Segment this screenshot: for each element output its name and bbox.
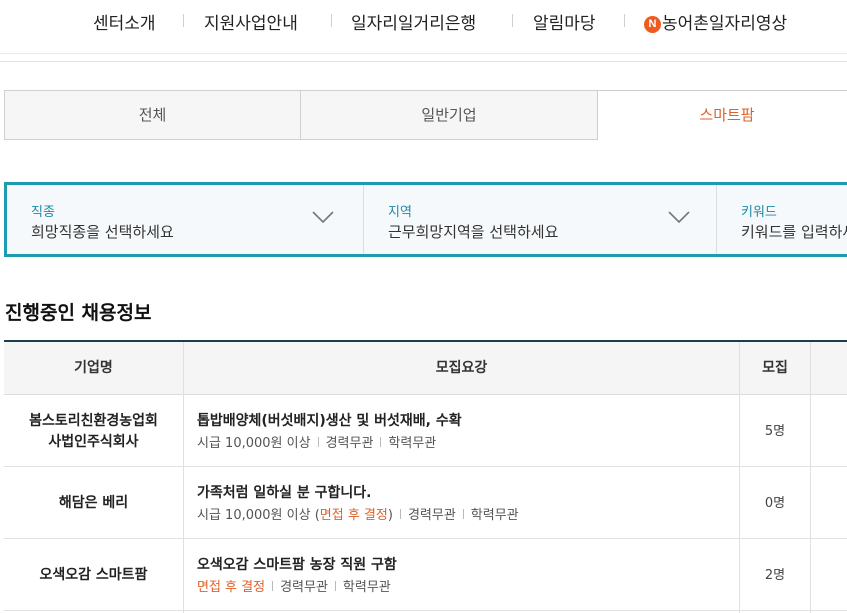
table-row[interactable]: 해담은 베리 가족처럼 일하실 분 구합니다. 시급 10,000원 이상 (면… (4, 468, 847, 539)
hire-count: 2명 (764, 568, 786, 583)
job-type-label: 직종 (31, 205, 55, 220)
company-name: 오색오감 스마트팜 (39, 567, 148, 583)
nav-rural-job-video-label: 농어촌일자리영상 (662, 14, 788, 34)
nav-support-programs[interactable]: 지원사업안내 (204, 9, 298, 34)
header-company: 기업명 (74, 360, 113, 376)
education: 학력무관 (342, 580, 391, 595)
nav-rural-job-video[interactable]: N 농어촌일자리영상 (644, 9, 787, 34)
education: 학력무관 (470, 508, 519, 523)
job-type-select[interactable]: 직종 희망직종을 선택하세요 (7, 185, 363, 254)
tab-all[interactable]: 전체 (4, 90, 301, 140)
nav-notice-board[interactable]: 알림마당 (533, 9, 596, 34)
interview-note: 면접 후 결정 (319, 508, 388, 523)
nav-separator (512, 14, 513, 27)
company-name-line: 봄스토리친환경농업회 (29, 412, 158, 429)
career: 경력무관 (280, 580, 328, 595)
career: 경력무관 (325, 436, 374, 451)
meta-separator (317, 437, 319, 447)
company-name-line: 사법인주식회사 (48, 433, 139, 450)
header-count: 모집 (762, 360, 788, 376)
education: 학력무관 (388, 436, 437, 451)
tab-smart-farm[interactable]: 스마트팜 (597, 90, 847, 140)
top-navigation: 센터소개 지원사업안내 일자리일거리은행 알림마당 N 농어촌일자리영상 (0, 0, 847, 50)
region-select[interactable]: 지역 근무희망지역을 선택하세요 (364, 185, 716, 254)
meta-separator (462, 509, 464, 519)
nav-separator (624, 14, 625, 27)
category-tabs: 전체 일반기업 스마트팜 (4, 90, 847, 140)
hire-count: 0명 (764, 496, 786, 511)
column-divider (810, 342, 811, 613)
section-title: 진행중인 채용정보 (5, 302, 152, 324)
region-label: 지역 (388, 205, 412, 220)
table-row[interactable]: 봄스토리친환경농업회사법인주식회사 톱밥배양체(버섯배지)생산 및 버섯재배, … (4, 396, 847, 467)
nav-separator (331, 14, 332, 27)
nav-separator (183, 14, 184, 27)
keyword-input[interactable]: 키워드 키워드를 입력하세요 (717, 185, 847, 254)
new-badge-icon: N (644, 16, 661, 33)
job-meta: 시급 10,000원 이상 경력무관 학력무관 (197, 432, 436, 451)
table-header: 기업명 모집요강 모집 (4, 342, 847, 395)
region-value: 근무희망지역을 선택하세요 (388, 223, 559, 241)
job-meta: 시급 10,000원 이상 (면접 후 결정) 경력무관 학력무관 (197, 508, 519, 523)
meta-separator (380, 437, 382, 447)
tab-general-company[interactable]: 일반기업 (300, 90, 598, 140)
interview-note: 면접 후 결정 (197, 580, 266, 595)
header-requirements: 모집요강 (435, 360, 488, 376)
column-divider (183, 342, 184, 613)
hire-count: 5명 (764, 424, 786, 439)
company-name: 해담은 베리 (58, 495, 129, 511)
job-table: 기업명 모집요강 모집 봄스토리친환경농업회사법인주식회사 톱밥배양체(버섯배지… (4, 340, 847, 613)
nav-divider (0, 61, 847, 62)
wage: 시급 10,000원 이상 (197, 436, 311, 451)
keyword-placeholder: 키워드를 입력하세요 (741, 223, 847, 241)
meta-separator (399, 509, 401, 519)
job-title-link[interactable]: 오색오감 스마트팜 농장 직원 구함 (197, 554, 397, 574)
job-type-value: 희망직종을 선택하세요 (31, 223, 174, 241)
keyword-label: 키워드 (741, 205, 777, 220)
nav-job-bank[interactable]: 일자리일거리은행 (351, 9, 476, 34)
tab-underline (4, 139, 598, 140)
column-divider (739, 342, 740, 613)
search-filter: 직종 희망직종을 선택하세요 지역 근무희망지역을 선택하세요 키워드 키워드를… (4, 182, 847, 257)
chevron-down-icon (312, 211, 334, 224)
meta-separator (272, 581, 274, 591)
nav-divider (0, 53, 847, 54)
company-name: 봄스토리친환경농업회사법인주식회사 (4, 396, 183, 467)
chevron-down-icon (668, 211, 690, 224)
career: 경력무관 (407, 508, 456, 523)
nav-center-intro[interactable]: 센터소개 (93, 9, 156, 34)
job-meta: 면접 후 결정 경력무관 학력무관 (197, 576, 391, 595)
job-title-link[interactable]: 가족처럼 일하실 분 구합니다. (197, 482, 372, 502)
table-row[interactable]: 오색오감 스마트팜 오색오감 스마트팜 농장 직원 구함 면접 후 결정 경력무관… (4, 540, 847, 611)
wage: 시급 10,000원 이상 (197, 508, 311, 523)
job-title-link[interactable]: 톱밥배양체(버섯배지)생산 및 버섯재배, 수확 (197, 410, 462, 430)
meta-separator (334, 581, 336, 591)
